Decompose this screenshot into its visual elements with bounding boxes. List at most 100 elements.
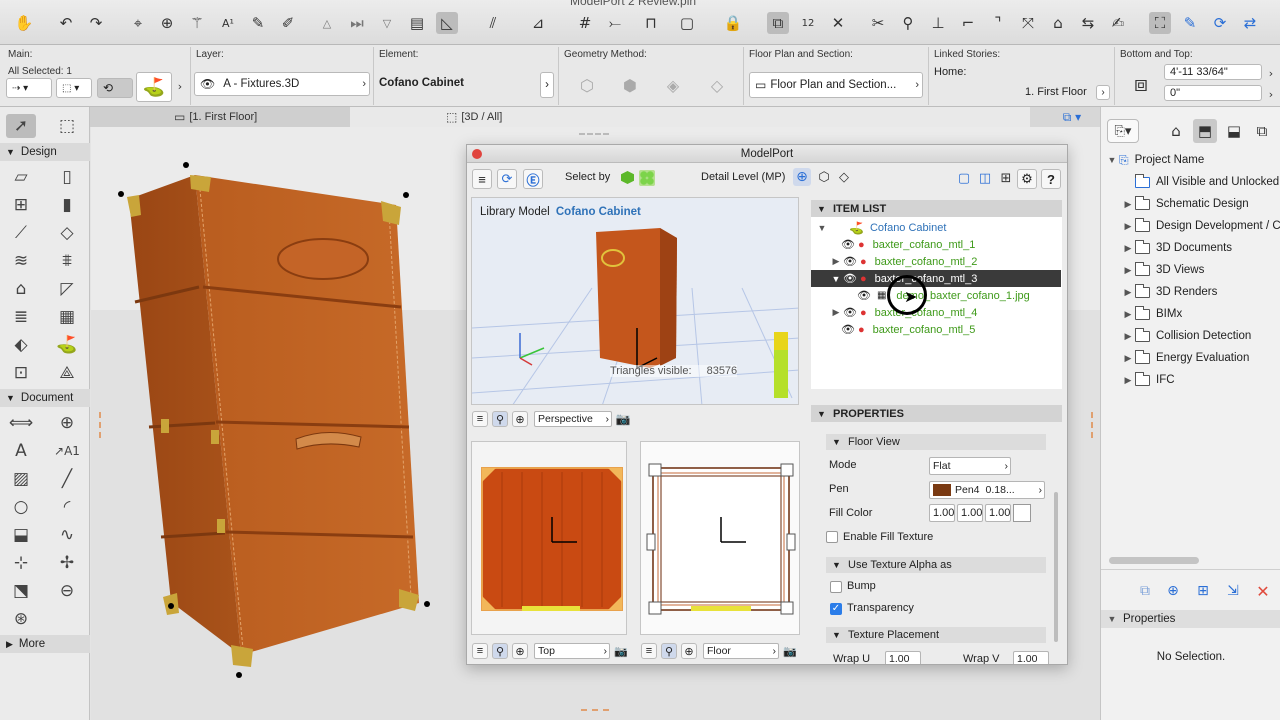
tab-3d[interactable]: ⬚ [3D / All] — [350, 107, 1030, 127]
triangle-up-icon[interactable]: △ — [316, 12, 338, 34]
layer-field[interactable]: 👁 A - Fixtures.3D › — [194, 72, 370, 96]
zone-icon[interactable]: ⊡ — [6, 361, 36, 385]
perspective-view-select[interactable]: Perspective › — [534, 411, 612, 427]
geometry-slant-icon[interactable]: ◇ — [704, 72, 730, 98]
roof-icon[interactable]: ⌂ — [6, 277, 36, 301]
column-icon[interactable]: ▯ — [52, 165, 82, 189]
properties-section-header[interactable]: ▼ Properties — [1101, 610, 1280, 628]
view-options-icon[interactable]: ⧉ ▾ — [1052, 109, 1092, 125]
geometry-prism-icon[interactable]: ⬢ — [617, 72, 643, 98]
list-item-texture[interactable]: 👁 ▦ demo_baxter_cofano_1.jpg — [811, 287, 1061, 304]
list-item-mtl-3-selected[interactable]: ▼ 👁 ● baxter_cofano_mtl_3 — [811, 270, 1061, 287]
house-icon[interactable]: ⌂ — [1047, 12, 1069, 34]
wall-icon[interactable]: ▱ — [6, 165, 36, 189]
redo-icon[interactable]: ↷ — [85, 12, 107, 34]
nav-item-energy[interactable]: ▶ Energy Evaluation — [1101, 347, 1280, 369]
help-icon[interactable]: ? — [1041, 169, 1061, 189]
list-menu-icon[interactable]: ≡ — [472, 169, 492, 189]
top-view-select[interactable]: Top › — [534, 643, 610, 659]
top-menu-icon[interactable]: ≡ — [472, 643, 488, 659]
share-icon[interactable]: ✍ — [1107, 12, 1129, 34]
floor-menu-icon[interactable]: ≡ — [641, 643, 657, 659]
enable-fill-texture-checkbox[interactable] — [826, 531, 838, 543]
nav-item-collision[interactable]: ▶ Collision Detection — [1101, 325, 1280, 347]
top-zoom-in-icon[interactable]: ⊕ — [512, 643, 528, 659]
list-item-model[interactable]: ▼ ⛳ Cofano Cabinet — [811, 219, 1061, 236]
fill-b-field[interactable]: 1.00 — [985, 504, 1011, 522]
properties-header[interactable]: ▼ PROPERTIES — [811, 405, 1062, 422]
nav-item-3d-views[interactable]: ▶ 3D Views — [1101, 259, 1280, 281]
magic-wand-icon[interactable]: ⚚ — [186, 12, 208, 34]
clone-folder-icon[interactable]: ⧉ — [1135, 581, 1155, 601]
layout-book-icon[interactable]: ⬓ — [1223, 121, 1245, 141]
export-icon[interactable]: Ⓔ — [523, 169, 543, 189]
item-list-header[interactable]: ▼ ITEM LIST — [811, 200, 1062, 217]
beam-icon[interactable]: ⟋ — [6, 221, 36, 245]
list-item-mtl-2[interactable]: ▶ 👁 ● baxter_cofano_mtl_2 — [811, 253, 1061, 270]
new-folder-icon[interactable]: ⊕ — [1163, 581, 1183, 601]
arrow-tool-selector[interactable]: ⇢ ▾ — [6, 78, 52, 98]
arc-icon[interactable]: ◜ — [52, 495, 82, 519]
sync-icon[interactable]: ⟳ — [1209, 12, 1231, 34]
bottom-value-field[interactable]: 0" — [1164, 85, 1262, 101]
geometry-box-icon[interactable]: ◈ — [660, 72, 686, 98]
detail-cube-icon[interactable]: ⬡ — [815, 168, 833, 186]
dimension-icon[interactable]: 12 — [797, 12, 819, 34]
railing-icon[interactable]: ⩨ — [52, 249, 82, 273]
nav-item-bimx[interactable]: ▶ BIMx — [1101, 303, 1280, 325]
nav-project-name[interactable]: ▼ ⎘ Project Name — [1101, 149, 1280, 171]
layout-grid-icon[interactable]: ⊞ — [997, 169, 1015, 187]
wrap-v-field[interactable]: 1.00 — [1013, 651, 1049, 664]
properties-scrollbar[interactable] — [1054, 492, 1058, 642]
corner-icon-2[interactable]: ⌝ — [987, 12, 1009, 34]
nav-menu-icon[interactable]: ⎘▾ — [1107, 119, 1139, 143]
elevation-icon[interactable]: ⊓ — [640, 12, 662, 34]
branch-icon[interactable]: ⤚ — [604, 12, 626, 34]
door-icon[interactable]: ▮ — [52, 193, 82, 217]
stair-icon[interactable]: ≋ — [6, 249, 36, 273]
persp-zoom-in-icon[interactable]: ⊕ — [512, 411, 528, 427]
nav-item-all-visible[interactable]: All Visible and Unlocked — [1101, 171, 1280, 193]
view-map-icon[interactable]: ⬒ — [1193, 119, 1217, 143]
figure-icon[interactable]: ⊖ — [52, 579, 82, 603]
cut-icon[interactable]: ✂ — [867, 12, 889, 34]
persp-zoom-fit-icon[interactable]: ⚲ — [492, 411, 508, 427]
marquee-tool-icon[interactable]: ⬚ — [52, 114, 82, 138]
spline-icon[interactable]: ∿ — [52, 523, 82, 547]
resize-handle-right[interactable] — [1091, 412, 1093, 438]
object-icon[interactable]: ⛳ — [52, 333, 82, 357]
floor-camera-icon[interactable]: 📷 — [782, 643, 798, 659]
geometry-cube-icon[interactable]: ⬡ — [574, 72, 600, 98]
window-icon[interactable]: ⊞ — [6, 193, 36, 217]
hand-icon[interactable]: ✋ — [13, 12, 35, 34]
top-view-preview[interactable] — [471, 441, 627, 635]
lock-icon[interactable]: 🔒 — [722, 12, 744, 34]
publisher-icon[interactable]: ⧉ — [1251, 121, 1273, 141]
grid-snap-icon[interactable]: ▤ — [406, 12, 428, 34]
document-section-header[interactable]: ▼ Document — [0, 389, 90, 407]
worksheet-icon[interactable]: ⊛ — [6, 607, 36, 631]
fill-icon[interactable]: ▨ — [6, 467, 36, 491]
mirror-icon[interactable]: ⇆ — [1077, 12, 1099, 34]
resize-handle-left[interactable] — [99, 412, 101, 438]
tab-floor-plan[interactable]: ▭ [1. First Floor] — [90, 107, 350, 127]
fill-color-swatch[interactable] — [1013, 504, 1031, 522]
transfer-icon[interactable]: ⇄ — [1239, 12, 1261, 34]
top-chevron[interactable]: › — [1265, 67, 1277, 80]
find-select-icon[interactable]: ⌖ — [127, 12, 149, 34]
element-chevron[interactable]: › — [540, 72, 554, 98]
persp-menu-icon[interactable]: ≡ — [472, 411, 488, 427]
floor-view-section[interactable]: ▼ Floor View — [826, 434, 1046, 450]
level-dimension-icon[interactable]: ⊕ — [52, 411, 82, 435]
layout-split-icon[interactable]: ◫ — [976, 169, 994, 187]
floor-view-select[interactable]: Floor › — [703, 643, 779, 659]
nav-item-schematic[interactable]: ▶ Schematic Design — [1101, 193, 1280, 215]
drag-icon[interactable]: ⤧ — [1017, 12, 1039, 34]
nav-item-3d-documents[interactable]: ▶ 3D Documents — [1101, 237, 1280, 259]
list-item-mtl-4[interactable]: ▶ 👁 ● baxter_cofano_mtl_4 — [811, 304, 1061, 321]
curtain-wall-icon[interactable]: ▦ — [52, 305, 82, 329]
morph-icon[interactable]: ⬖ — [6, 333, 36, 357]
snap-icon[interactable]: ⊿ — [527, 12, 549, 34]
circle-icon[interactable]: ○ — [6, 495, 36, 519]
floorplan-section-button[interactable]: ▭ Floor Plan and Section... › — [749, 72, 923, 98]
